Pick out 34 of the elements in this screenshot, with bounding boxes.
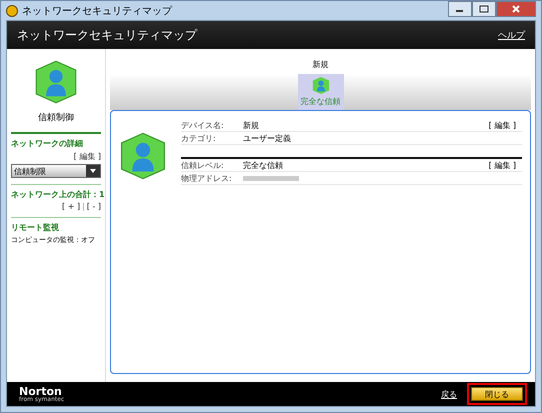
field-label: 物理アドレス: bbox=[181, 172, 233, 184]
link-separator: | bbox=[82, 202, 85, 211]
field-label: 信頼レベル: bbox=[181, 160, 225, 170]
user-cube-icon bbox=[119, 131, 167, 181]
edit-link[interactable]: [ 編集 ] bbox=[488, 120, 516, 130]
user-cube-icon bbox=[34, 59, 78, 105]
add-link[interactable]: [ + ] bbox=[62, 202, 80, 211]
back-link[interactable]: 戻る bbox=[441, 388, 457, 400]
edit-link[interactable]: [ 編集 ] bbox=[74, 151, 101, 162]
window-title: ネットワークセキュリティマップ bbox=[22, 4, 172, 18]
caret-icon bbox=[86, 165, 100, 177]
page-title: ネットワークセキュリティマップ bbox=[17, 26, 197, 44]
maximize-icon bbox=[479, 5, 489, 13]
maximize-button[interactable] bbox=[472, 1, 496, 17]
close-icon bbox=[511, 5, 521, 13]
device-label: 信頼制御 bbox=[37, 112, 75, 124]
help-link[interactable]: ヘルプ bbox=[498, 28, 525, 42]
section-title: ネットワークの詳細 bbox=[11, 138, 84, 149]
close-button[interactable] bbox=[496, 1, 536, 17]
field-label: カテゴリ: bbox=[181, 132, 217, 144]
section-title: リモート監視 bbox=[11, 222, 60, 233]
minimize-button[interactable] bbox=[448, 1, 472, 17]
app-icon bbox=[6, 4, 18, 16]
edit-link[interactable]: [ 編集 ] bbox=[488, 160, 516, 170]
field-label: デバイス名: bbox=[181, 120, 225, 130]
brand-logo: Norton bbox=[19, 386, 62, 396]
remove-link[interactable]: [ - ] bbox=[86, 202, 101, 211]
user-cube-icon bbox=[312, 76, 330, 95]
trust-dropdown[interactable]: 信頼制限 bbox=[11, 164, 101, 178]
field-value: ユーザー定義 bbox=[243, 132, 291, 144]
group-label: 新規 bbox=[312, 59, 328, 70]
close-button[interactable]: 閉じる bbox=[471, 387, 523, 401]
field-value: 完全な信頼 bbox=[243, 160, 283, 170]
field-value: 新規 bbox=[243, 120, 259, 130]
